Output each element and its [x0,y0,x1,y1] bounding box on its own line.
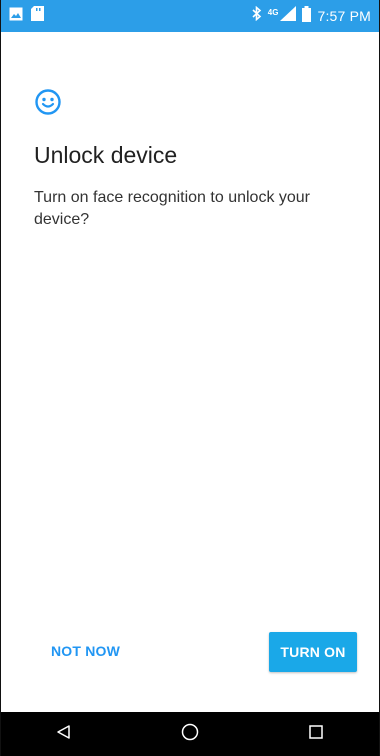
home-button[interactable] [170,714,210,754]
status-bar: 4G 7:57 PM [1,0,379,32]
smiley-face-icon [34,88,62,116]
back-button[interactable] [44,714,84,754]
recents-button[interactable] [296,714,336,754]
battery-icon [302,5,312,27]
page-description: Turn on face recognition to unlock your … [34,189,311,228]
home-icon [181,723,199,746]
status-time: 7:57 PM [317,8,371,24]
signal-icon [280,6,297,26]
unlock-device-screen: 4G 7:57 PM Unlock device Turn on face re… [0,0,380,756]
status-right: 4G 7:57 PM [252,5,371,27]
recents-icon [308,724,324,745]
turn-on-button[interactable]: TURN ON [269,632,357,672]
back-icon [56,724,72,745]
image-icon [9,7,23,26]
navigation-bar [1,712,379,756]
sd-card-icon [31,6,44,26]
bluetooth-icon [252,5,262,26]
not-now-button[interactable]: NOT NOW [51,643,120,659]
status-left [9,6,44,26]
network-type: 4G [267,7,279,17]
page-title: Unlock device [34,142,178,168]
